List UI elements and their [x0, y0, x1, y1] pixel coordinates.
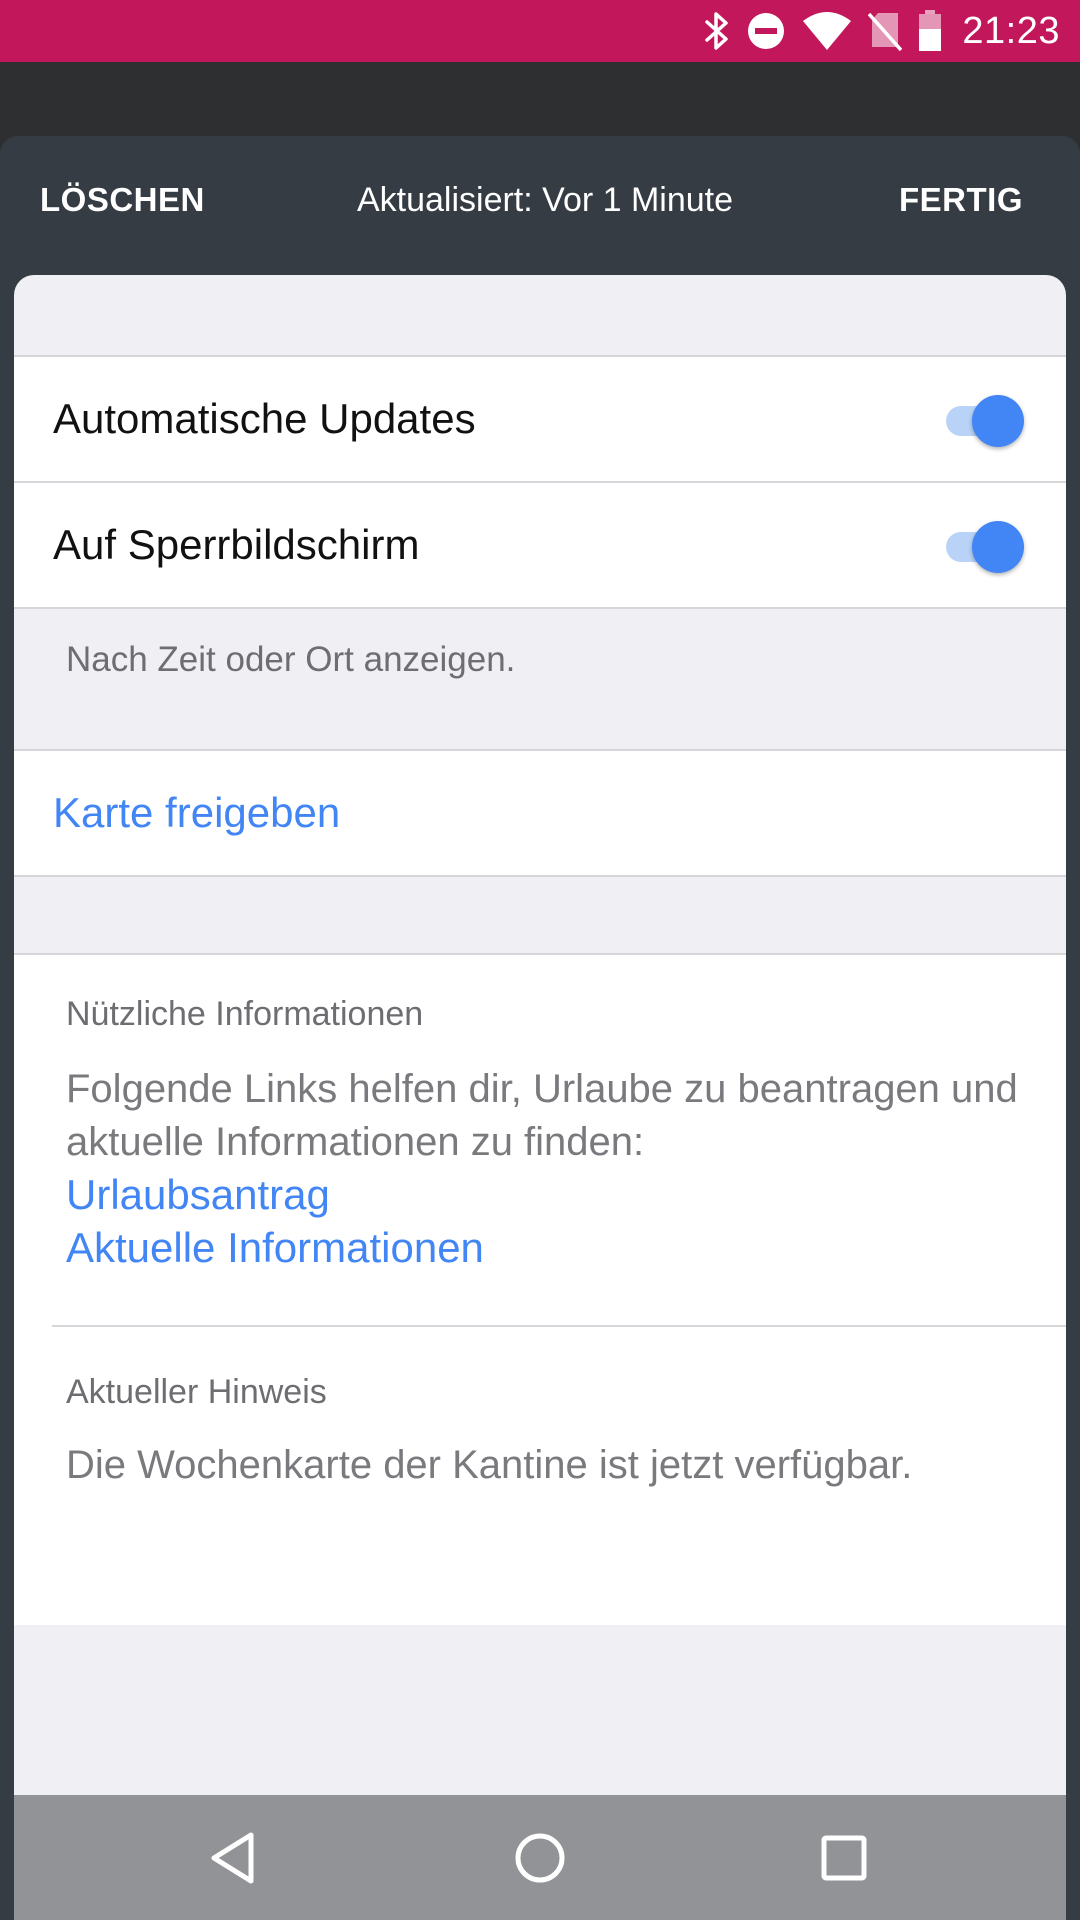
status-time: 21:23 — [962, 9, 1060, 52]
back-button[interactable] — [163, 1795, 303, 1920]
share-card-link[interactable]: Karte freigeben — [53, 789, 340, 837]
useful-info-title: Nützliche Informationen — [66, 995, 424, 1033]
info-divider — [52, 1325, 1066, 1327]
current-info-link[interactable]: Aktuelle Informationen — [66, 1224, 484, 1272]
settings-group: Automatische Updates Auf Sperrbildschirm — [14, 355, 1066, 609]
home-button[interactable] — [470, 1795, 610, 1920]
bluetooth-icon — [704, 11, 730, 51]
setting-label-lock-screen: Auf Sperrbildschirm — [53, 521, 420, 568]
navigation-bar — [14, 1795, 1066, 1920]
recents-icon — [820, 1834, 868, 1882]
wifi-icon — [802, 11, 852, 51]
delete-button[interactable]: LÖSCHEN — [40, 136, 205, 264]
done-button[interactable]: FERTIG — [899, 136, 1023, 264]
auto-updates-toggle[interactable] — [944, 390, 1028, 448]
do-not-disturb-icon — [746, 11, 786, 51]
lock-screen-toggle[interactable] — [944, 516, 1028, 574]
status-icons: 21:23 — [704, 0, 1060, 62]
sheet-header: Aktualisiert: Vor 1 Minute LÖSCHEN FERTI… — [0, 136, 1080, 274]
battery-icon — [918, 10, 942, 52]
toggle-thumb — [972, 521, 1024, 573]
recents-button[interactable] — [774, 1795, 914, 1920]
settings-card: Automatische Updates Auf Sperrbildschirm… — [14, 275, 1066, 1795]
useful-info-text: Folgende Links helfen dir, Urlaube zu be… — [66, 1067, 1018, 1164]
notice-title: Aktueller Hinweis — [66, 1373, 327, 1411]
share-card-row[interactable]: Karte freigeben — [14, 751, 1066, 875]
share-group: Karte freigeben — [14, 749, 1066, 877]
notice-text: Die Wochenkarte der Kantine ist jetzt ve… — [66, 1443, 913, 1487]
back-icon — [209, 1831, 257, 1885]
info-group: Nützliche Informationen Folgende Links h… — [14, 953, 1066, 1625]
setting-row-lock-screen[interactable]: Auf Sperrbildschirm — [14, 483, 1066, 607]
home-icon — [514, 1832, 566, 1884]
settings-footer-note: Nach Zeit oder Ort anzeigen. — [66, 640, 516, 679]
vacation-request-link[interactable]: Urlaubsantrag — [66, 1171, 330, 1219]
setting-row-auto-updates[interactable]: Automatische Updates — [14, 357, 1066, 481]
setting-label-auto-updates: Automatische Updates — [53, 395, 476, 442]
status-bar: 21:23 — [0, 0, 1080, 62]
toggle-thumb — [972, 395, 1024, 447]
no-sim-icon — [868, 11, 903, 51]
